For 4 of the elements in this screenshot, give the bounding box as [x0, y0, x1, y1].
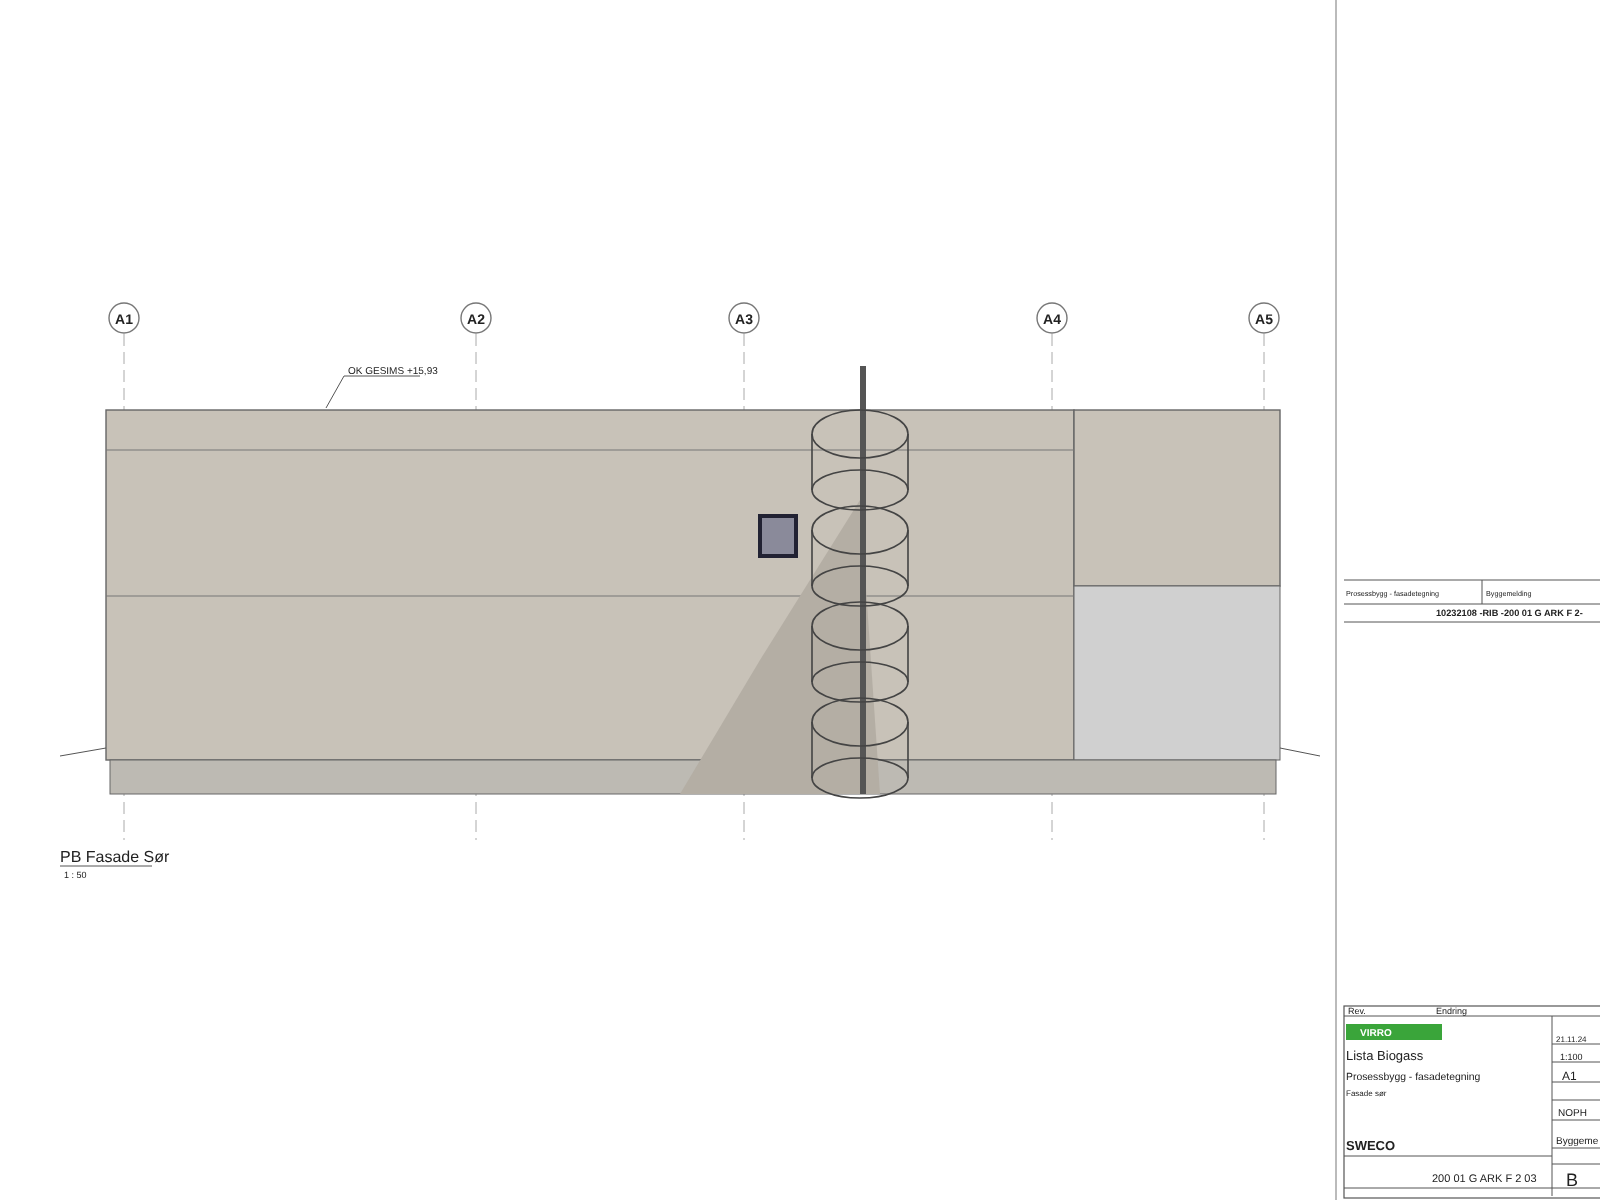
revision-value: B — [1566, 1170, 1579, 1190]
client-logo — [1346, 1024, 1442, 1040]
leader-line — [325, 375, 421, 409]
view-title: PB Fasade Sør — [60, 848, 170, 866]
